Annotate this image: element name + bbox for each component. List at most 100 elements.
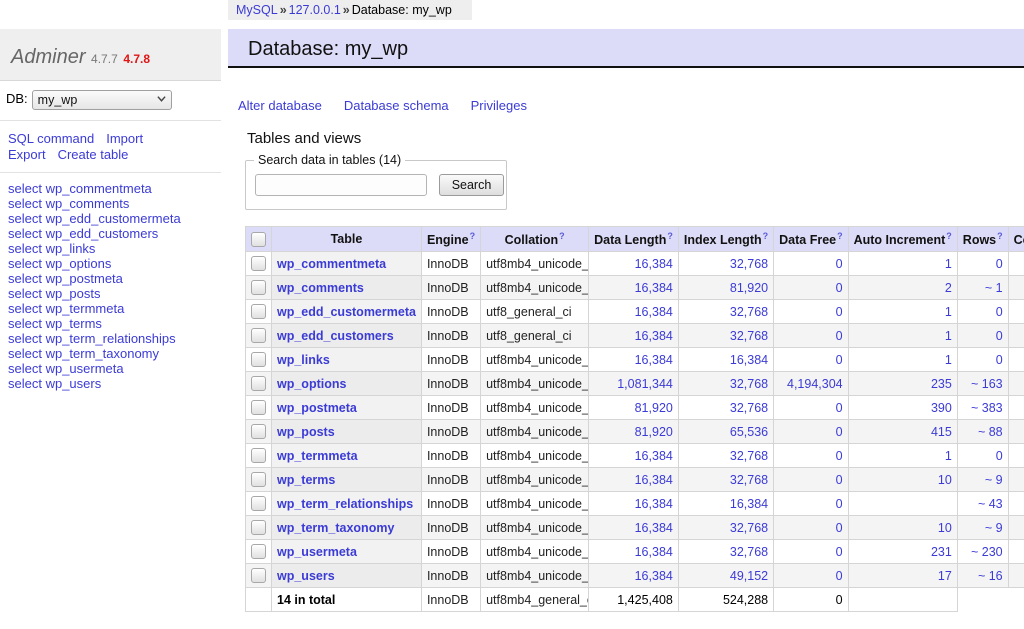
column-header-data-free[interactable]: Data Free? [774, 227, 848, 252]
table-name-link[interactable]: wp_users [277, 569, 335, 583]
sidebar-action-export[interactable]: Export [8, 147, 46, 162]
row-checkbox[interactable] [251, 424, 266, 439]
sidebar-action-sql-command[interactable]: SQL command [8, 131, 94, 146]
sidebar-table-links: select wp_commentmeta select wp_comments… [8, 181, 220, 391]
row-checkbox[interactable] [251, 520, 266, 535]
help-icon[interactable]: ? [667, 231, 673, 241]
table-name-link[interactable]: wp_term_relationships [277, 497, 413, 511]
sidebar-select-link[interactable]: select wp_termmeta [8, 301, 220, 316]
sidebar-select-link[interactable]: select wp_comments [8, 196, 220, 211]
help-icon[interactable]: ? [470, 231, 476, 241]
row-checkbox[interactable] [251, 280, 266, 295]
search-input[interactable] [255, 174, 427, 196]
row-checkbox[interactable] [251, 496, 266, 511]
help-icon[interactable]: ? [997, 231, 1003, 241]
table-index-length-cell: 65,536 [678, 420, 773, 444]
sidebar-select-link[interactable]: select wp_posts [8, 286, 220, 301]
brand-new-version[interactable]: 4.7.8 [123, 52, 150, 66]
table-index-length-cell: 81,920 [678, 276, 773, 300]
nav-link-privileges[interactable]: Privileges [471, 98, 527, 113]
row-checkbox[interactable] [251, 256, 266, 271]
table-total-row: 14 in total InnoDB utf8mb4_general_ci 1,… [246, 588, 1024, 612]
table-rows-cell: ~ 88 [957, 420, 1008, 444]
sidebar-select-link[interactable]: select wp_users [8, 376, 220, 391]
table-name-link[interactable]: wp_term_taxonomy [277, 521, 394, 535]
nav-link-database-schema[interactable]: Database schema [344, 98, 449, 113]
sidebar-select-link[interactable]: select wp_options [8, 256, 220, 271]
help-icon[interactable]: ? [946, 231, 952, 241]
table-name-link[interactable]: wp_edd_customermeta [277, 305, 416, 319]
row-checkbox[interactable] [251, 472, 266, 487]
tables-table-header-row: Table Engine? Collation? Data Length? In… [246, 227, 1024, 252]
table-rows-cell: 0 [957, 444, 1008, 468]
select-all-checkbox[interactable] [251, 232, 266, 247]
row-checkbox[interactable] [251, 400, 266, 415]
column-header-comment-label: Comment [1014, 233, 1024, 247]
table-name-link[interactable]: wp_usermeta [277, 545, 357, 559]
column-header-index-length-label: Index Length [684, 233, 762, 247]
table-name-link[interactable]: wp_postmeta [277, 401, 357, 415]
table-name-cell: wp_termmeta [272, 444, 422, 468]
table-name-link[interactable]: wp_options [277, 377, 346, 391]
row-checkbox-cell [246, 516, 272, 540]
column-header-engine[interactable]: Engine? [421, 227, 480, 252]
sidebar-select-link[interactable]: select wp_edd_customers [8, 226, 220, 241]
table-name-link[interactable]: wp_termmeta [277, 449, 358, 463]
table-collation-cell: utf8_general_ci [481, 300, 589, 324]
select-all-header [246, 227, 272, 252]
sidebar-action-import[interactable]: Import [106, 131, 143, 146]
table-data-length-cell: 16,384 [589, 564, 679, 588]
sidebar-select-link[interactable]: select wp_term_taxonomy [8, 346, 220, 361]
sidebar-action-create-table[interactable]: Create table [58, 147, 129, 162]
sidebar-select-link[interactable]: select wp_edd_customermeta [8, 211, 220, 226]
column-header-data-length[interactable]: Data Length? [589, 227, 679, 252]
sidebar-select-link[interactable]: select wp_term_relationships [8, 331, 220, 346]
search-button[interactable]: Search [439, 174, 504, 196]
row-checkbox[interactable] [251, 352, 266, 367]
column-header-rows[interactable]: Rows? [957, 227, 1008, 252]
table-name-cell: wp_commentmeta [272, 252, 422, 276]
column-header-index-length[interactable]: Index Length? [678, 227, 773, 252]
row-checkbox[interactable] [251, 376, 266, 391]
help-icon[interactable]: ? [837, 231, 843, 241]
row-checkbox[interactable] [251, 544, 266, 559]
brand-name: Adminer [11, 46, 85, 68]
table-name-link[interactable]: wp_posts [277, 425, 335, 439]
column-header-comment[interactable]: Comment? [1008, 227, 1024, 252]
table-engine-cell: InnoDB [421, 252, 480, 276]
table-index-length-cell: 32,768 [678, 540, 773, 564]
table-auto-increment-cell: 231 [848, 540, 957, 564]
column-header-data-length-label: Data Length [594, 233, 666, 247]
database-selector-row: DB:my_wp [6, 90, 172, 110]
table-name-link[interactable]: wp_edd_customers [277, 329, 394, 343]
sidebar-select-link[interactable]: select wp_commentmeta [8, 181, 220, 196]
help-icon[interactable]: ? [559, 231, 565, 241]
row-checkbox[interactable] [251, 568, 266, 583]
sidebar-select-link[interactable]: select wp_links [8, 241, 220, 256]
database-select[interactable]: my_wp [32, 90, 172, 110]
column-header-table[interactable]: Table [272, 227, 422, 252]
table-name-link[interactable]: wp_terms [277, 473, 335, 487]
row-checkbox[interactable] [251, 328, 266, 343]
table-data-length-cell: 16,384 [589, 516, 679, 540]
sidebar-select-link[interactable]: select wp_postmeta [8, 271, 220, 286]
table-name-link[interactable]: wp_comments [277, 281, 364, 295]
table-name-link[interactable]: wp_links [277, 353, 330, 367]
column-header-data-free-label: Data Free [779, 233, 836, 247]
sidebar-select-link[interactable]: select wp_usermeta [8, 361, 220, 376]
total-label: 14 in total [272, 588, 422, 612]
table-name-link[interactable]: wp_commentmeta [277, 257, 386, 271]
nav-link-alter-database[interactable]: Alter database [238, 98, 322, 113]
sidebar-select-link[interactable]: select wp_terms [8, 316, 220, 331]
table-name-cell: wp_usermeta [272, 540, 422, 564]
table-index-length-cell: 32,768 [678, 396, 773, 420]
row-checkbox[interactable] [251, 304, 266, 319]
total-collation: utf8mb4_general_ci [481, 588, 589, 612]
column-header-auto-increment[interactable]: Auto Increment? [848, 227, 957, 252]
section-heading: Tables and views [247, 130, 361, 147]
column-header-collation-label: Collation [505, 233, 558, 247]
help-icon[interactable]: ? [763, 231, 769, 241]
column-header-collation[interactable]: Collation? [481, 227, 589, 252]
row-checkbox[interactable] [251, 448, 266, 463]
table-data-free-cell: 0 [774, 348, 848, 372]
